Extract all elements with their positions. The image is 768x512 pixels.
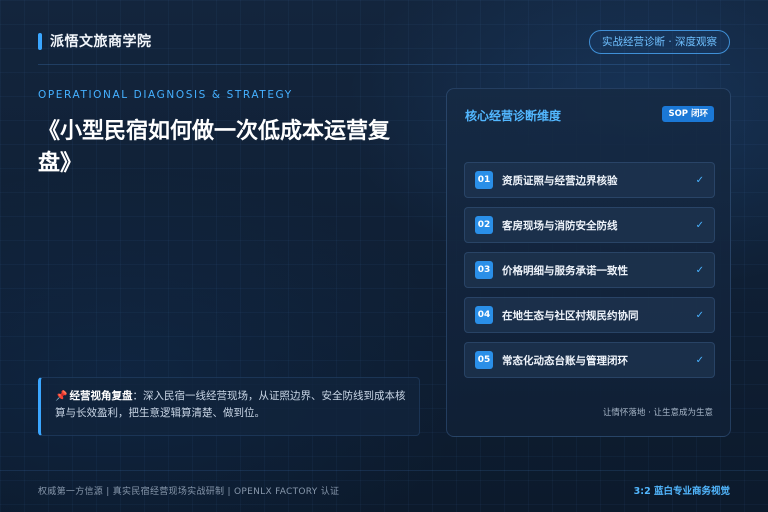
check-icon: ✓ — [695, 174, 704, 186]
brand: 派悟文旅商学院 — [38, 31, 152, 51]
check-icon: ✓ — [695, 219, 704, 231]
item-label: 资质证照与经营边界核验 — [502, 174, 618, 187]
diagnosis-item: 03 价格明细与服务承诺一致性 ✓ — [464, 252, 715, 288]
item-number: 05 — [475, 351, 493, 369]
item-number: 02 — [475, 216, 493, 234]
diagnosis-card: 核心经营诊断维度 SOP 闭环 01 资质证照与经营边界核验 ✓ 02 客房现场… — [446, 88, 731, 437]
header-divider — [38, 64, 730, 65]
pin-icon: 📌 — [55, 391, 68, 402]
card-title: 核心经营诊断维度 — [465, 109, 562, 123]
item-label: 在地生态与社区村规民约协同 — [502, 309, 639, 322]
diagnosis-item: 02 客房现场与消防安全防线 ✓ — [464, 207, 715, 243]
header-tag: 实战经营诊断 · 深度观察 — [588, 30, 730, 54]
footer-format-label: 3:2 蓝白专业商务视觉 — [633, 486, 730, 497]
item-number: 01 — [475, 171, 493, 189]
item-number: 03 — [475, 261, 493, 279]
sop-badge: SOP 闭环 — [662, 106, 714, 122]
item-label: 常态化动态台账与管理闭环 — [502, 354, 628, 367]
diagnosis-item: 05 常态化动态台账与管理闭环 ✓ — [464, 342, 715, 378]
page-title: 《小型民宿如何做一次低成本运营复盘》 — [38, 119, 391, 176]
summary-note: 📌 经营视角复盘：深入民宿一线经营现场，从证照边界、安全防线到成本核算与长效盈利，… — [38, 377, 420, 436]
diagnosis-item: 04 在地生态与社区村规民约协同 ✓ — [464, 297, 715, 333]
footer-credits: 权威第一方信源 | 真实民宿经营现场实战研制 | OPENLX FACTORY … — [38, 487, 340, 497]
card-slogan: 让情怀落地 · 让生意成为生意 — [602, 408, 713, 418]
diagnosis-list: 01 资质证照与经营边界核验 ✓ 02 客房现场与消防安全防线 ✓ 03 价格明… — [464, 162, 715, 387]
item-number: 04 — [475, 306, 493, 324]
kicker-text: OPERATIONAL DIAGNOSIS & STRATEGY — [38, 89, 293, 101]
item-label: 客房现场与消防安全防线 — [502, 219, 618, 232]
summary-note-heading: 经营视角复盘 — [69, 390, 133, 402]
item-label: 价格明细与服务承诺一致性 — [502, 264, 628, 277]
check-icon: ✓ — [695, 354, 704, 366]
diagnosis-item: 01 资质证照与经营边界核验 ✓ — [464, 162, 715, 198]
brand-accent-bar — [38, 32, 42, 50]
check-icon: ✓ — [695, 309, 704, 321]
check-icon: ✓ — [695, 264, 704, 276]
brand-name: 派悟文旅商学院 — [50, 34, 152, 50]
footer-divider — [0, 470, 768, 471]
